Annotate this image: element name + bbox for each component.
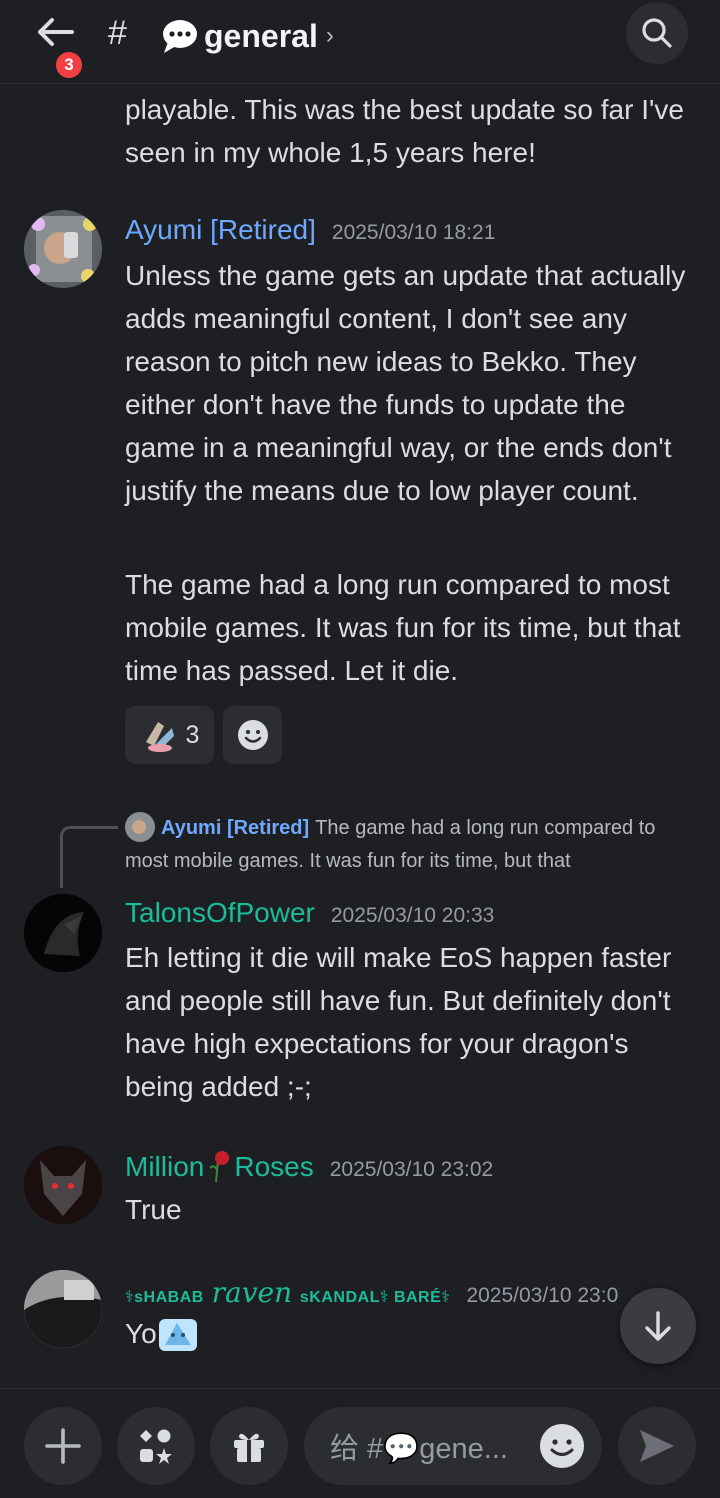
apps-button[interactable]	[117, 1407, 195, 1485]
smiley-icon	[237, 720, 268, 750]
timestamp: 2025/03/10 20:33	[330, 904, 495, 927]
avatar[interactable]	[24, 210, 102, 288]
add-reaction-button[interactable]	[223, 706, 282, 764]
message-input-placeholder: 给 #💬gene...	[330, 1433, 508, 1465]
avatar[interactable]	[24, 1146, 102, 1224]
message-header: Million Roses 2025/03/10 23:02	[125, 1148, 493, 1188]
reaction-count: 3	[185, 720, 200, 749]
channel-name: general	[204, 17, 318, 54]
message-text: Eh letting it die will make EoS happen f…	[125, 942, 672, 1102]
discord-chat-screen: 3 # general › playable. This was the bes…	[0, 0, 720, 1498]
arrow-down-icon	[645, 1311, 671, 1341]
message-header: Ayumi [Retired] 2025/03/10 18:21	[125, 214, 495, 254]
reaction-button[interactable]: 3	[125, 706, 214, 764]
back-button[interactable]: 3	[30, 10, 86, 82]
apps-icon	[140, 1429, 172, 1464]
timestamp: 2025/03/10 23:02	[329, 1158, 494, 1181]
timestamp: 2025/03/10 18:21	[331, 221, 496, 244]
author-name-part: sKANDAL⚕ BARÉ⚕	[299, 1289, 451, 1306]
reply-spine	[60, 826, 118, 888]
reply-avatar	[125, 812, 155, 842]
author-name-part: Roses	[234, 1151, 314, 1182]
message-text: True	[125, 1194, 182, 1225]
custom-emoji-icon	[158, 1318, 197, 1351]
add-attachment-button[interactable]	[24, 1407, 102, 1485]
avatar-image	[24, 210, 102, 288]
speech-bubble-icon	[163, 20, 197, 53]
author-name[interactable]: Ayumi [Retired]	[125, 214, 316, 246]
gift-button[interactable]	[210, 1407, 288, 1485]
channel-title[interactable]: general ›	[160, 14, 334, 58]
avatar-image	[24, 894, 102, 972]
author-name-part: Million	[125, 1151, 205, 1182]
channel-header: 3 # general ›	[0, 0, 720, 84]
author-name[interactable]: ⚕sHABAB raven sKANDAL⚕ BARÉ⚕	[125, 1276, 450, 1309]
message-text: Yo	[125, 1312, 700, 1355]
chevron-right-icon: ›	[325, 22, 334, 49]
gift-icon	[234, 1433, 264, 1462]
wilted-rose-icon	[209, 1151, 230, 1183]
message-text: The game had a long run compared to most…	[125, 569, 681, 686]
message-input[interactable]: 给 #💬gene...	[304, 1407, 602, 1485]
smiley-icon	[550, 1439, 574, 1456]
message-text: playable. This was the best update so fa…	[125, 94, 684, 168]
avatar-image	[24, 1146, 102, 1224]
author-name-part: raven	[211, 1276, 293, 1309]
author-name[interactable]: Million Roses	[125, 1148, 314, 1183]
message-text: Unless the game gets an update that actu…	[125, 260, 686, 506]
unread-badge: 3	[52, 48, 86, 82]
send-icon	[640, 1430, 674, 1462]
send-button[interactable]	[618, 1407, 696, 1485]
author-name-part: ⚕sHABAB	[125, 1289, 204, 1306]
search-button[interactable]	[626, 2, 688, 64]
custom-emoji-icon	[145, 722, 174, 752]
timestamp: 2025/03/10 23:0	[466, 1284, 619, 1307]
plus-icon	[45, 1428, 81, 1464]
message-input-bar: 给 #💬gene...	[0, 1388, 720, 1498]
jump-to-latest-button[interactable]	[620, 1288, 696, 1364]
search-icon	[642, 18, 672, 48]
hash-icon: #	[108, 14, 127, 52]
emoji-picker-button[interactable]	[540, 1424, 584, 1468]
author-name[interactable]: TalonsOfPower	[125, 897, 315, 929]
avatar[interactable]	[24, 894, 102, 972]
message-header: TalonsOfPower 2025/03/10 20:33	[125, 897, 494, 937]
message-header: ⚕sHABAB raven sKANDAL⚕ BARÉ⚕ 2025/03/10 …	[125, 1276, 618, 1316]
reply-author: Ayumi [Retired]	[161, 817, 310, 839]
arrow-left-icon	[38, 18, 74, 46]
message-text-content: Yo	[125, 1318, 157, 1349]
avatar-image	[24, 1270, 102, 1348]
avatar[interactable]	[24, 1270, 102, 1348]
reply-preview[interactable]: Ayumi [Retired] The game had a long run c…	[125, 812, 700, 878]
